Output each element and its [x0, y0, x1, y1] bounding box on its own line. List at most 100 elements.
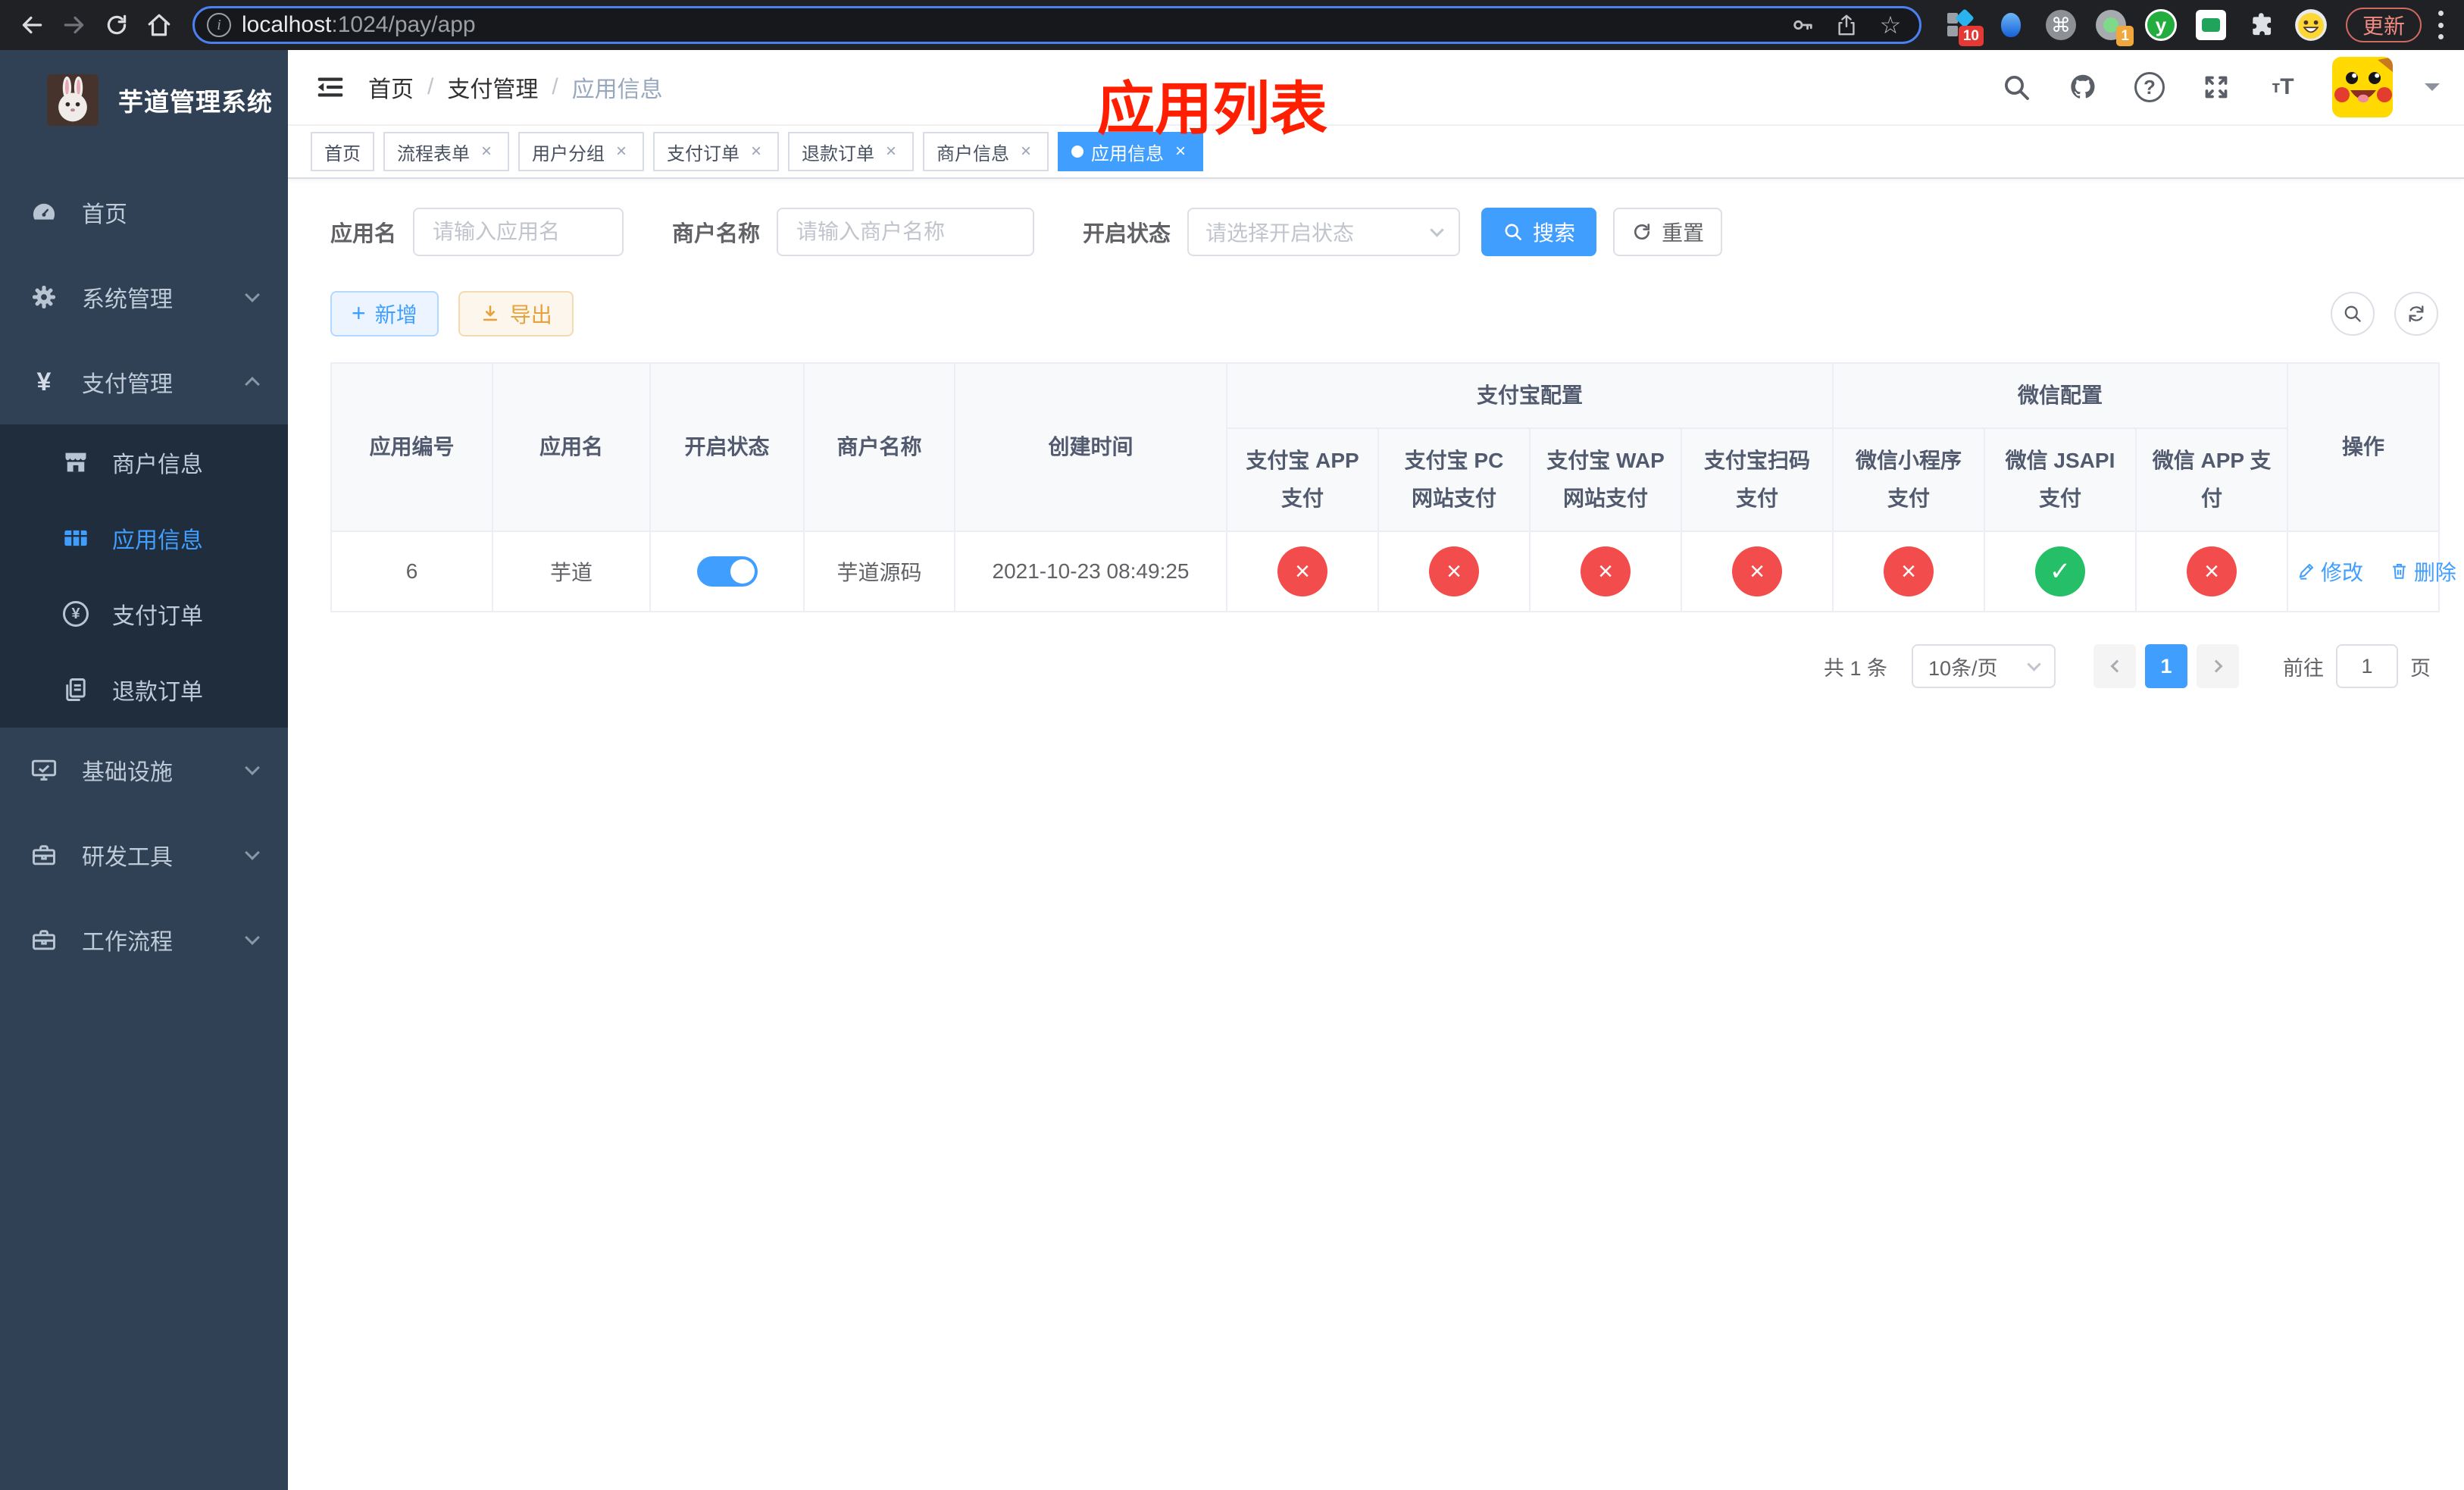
fullscreen-icon[interactable] [2199, 70, 2234, 105]
sidebar-collapse-icon[interactable] [312, 69, 349, 105]
main-area: 首页 支付管理 应用信息 ? тT [288, 50, 2464, 1490]
tab-process-form[interactable]: 流程表单 [383, 132, 509, 171]
address-bar[interactable]: i localhost:1024/pay/app [192, 6, 1921, 44]
sidebar-item-merchant-info[interactable]: 商户信息 [0, 424, 288, 500]
github-icon[interactable] [2065, 70, 2100, 105]
browser-menu-icon[interactable] [2438, 11, 2444, 39]
extension-balloon-icon[interactable] [1994, 8, 2028, 42]
user-avatar[interactable] [2332, 57, 2393, 117]
extension-diamond-icon[interactable]: 10 [1944, 8, 1984, 46]
breadcrumb: 首页 支付管理 应用信息 [368, 70, 663, 104]
extensions-menu-icon[interactable] [2244, 8, 2278, 42]
sidebar-logo[interactable]: 芋道管理系统 [0, 50, 288, 150]
sidebar-item-label: 应用信息 [112, 528, 203, 553]
edit-link[interactable]: 修改 [2296, 556, 2363, 587]
extensions-row: 10 1 [1937, 8, 2335, 46]
font-size-icon[interactable]: тT [2265, 70, 2300, 105]
status-select[interactable]: 请选择开启状态 [1187, 208, 1461, 256]
group-header-wechat: 微信配置 [1832, 362, 2289, 429]
tab-close-icon[interactable] [612, 141, 630, 162]
col-header-created: 创建时间 [954, 362, 1227, 532]
current-page[interactable]: 1 [2145, 644, 2187, 688]
status-label: 开启状态 [1083, 222, 1171, 246]
extension-chat-icon[interactable] [2194, 8, 2228, 42]
sidebar-item-workflow[interactable]: 工作流程 [0, 897, 288, 982]
app-frame: 芋道管理系统 首页 系统管理 支付管理 [0, 50, 2464, 1490]
sidebar-item-label: 商户信息 [112, 452, 203, 477]
chevron-left-icon [2110, 659, 2123, 673]
extension-y-icon[interactable] [2144, 8, 2178, 42]
pagination: 共 1 条 10条/页 1 前往 页 [330, 644, 2438, 688]
tab-close-icon[interactable] [1017, 141, 1035, 162]
browser-home-icon[interactable] [141, 7, 177, 43]
chevron-down-icon [245, 845, 260, 860]
browser-forward-icon[interactable] [56, 7, 92, 43]
help-icon[interactable]: ? [2132, 70, 2167, 105]
merchant-name-label: 商户名称 [672, 222, 761, 246]
app-name-input[interactable] [413, 208, 624, 256]
avatar-caret-icon[interactable] [2425, 83, 2440, 99]
next-page-button[interactable] [2197, 644, 2239, 688]
goto-page-input[interactable] [2336, 644, 2398, 688]
password-key-icon[interactable] [1786, 8, 1819, 42]
cell-alipay-wap: × [1529, 531, 1682, 612]
status-toggle[interactable] [696, 556, 758, 587]
sidebar-item-label: 基础设施 [82, 760, 173, 785]
share-icon[interactable] [1830, 8, 1863, 42]
sidebar-item-app-info[interactable]: 应用信息 [0, 500, 288, 576]
chrome-update-button[interactable]: 更新 [2345, 8, 2422, 42]
bookmark-star-icon[interactable] [1874, 8, 1907, 42]
add-button[interactable]: 新增 [330, 291, 439, 337]
payment-submenu: 商户信息 应用信息 支付订单 退款订单 [0, 424, 288, 728]
table-toolbar: 新增 导出 [330, 291, 2438, 337]
reset-button[interactable]: 重置 [1613, 208, 1723, 256]
breadcrumb-home[interactable]: 首页 [368, 70, 414, 104]
cell-alipay-qr: × [1680, 531, 1834, 612]
search-form: 应用名 商户名称 开启状态 请选择开启状态 搜索 [330, 208, 2438, 256]
grid-icon [59, 524, 92, 552]
delete-link[interactable]: 删除 [2389, 556, 2456, 587]
sidebar-item-dev-tools[interactable]: 研发工具 [0, 812, 288, 897]
sidebar-item-label: 首页 [82, 202, 127, 227]
sidebar-item-pay-orders[interactable]: 支付订单 [0, 576, 288, 652]
extension-proxy-icon[interactable]: 1 [2094, 8, 2134, 46]
tab-close-icon[interactable] [747, 141, 765, 162]
sidebar-item-system[interactable]: 系统管理 [0, 255, 288, 340]
tab-home[interactable]: 首页 [311, 132, 374, 171]
cell-app-name: 芋道 [492, 531, 651, 612]
gear-icon [27, 283, 61, 311]
page-content: 应用名 商户名称 开启状态 请选择开启状态 搜索 [288, 179, 2464, 1490]
breadcrumb-section[interactable]: 支付管理 [447, 70, 538, 104]
search-button[interactable]: 搜索 [1481, 208, 1597, 256]
prev-page-button[interactable] [2093, 644, 2136, 688]
tab-merchant-info[interactable]: 商户信息 [923, 132, 1049, 171]
export-button[interactable]: 导出 [458, 291, 574, 337]
merchant-name-input[interactable] [777, 208, 1035, 256]
site-info-icon[interactable]: i [207, 13, 231, 37]
sidebar-item-infrastructure[interactable]: 基础设施 [0, 728, 288, 812]
toggle-search-icon[interactable] [2331, 292, 2375, 336]
tab-user-group[interactable]: 用户分组 [518, 132, 644, 171]
sidebar-item-refund-orders[interactable]: 退款订单 [0, 652, 288, 728]
tab-close-icon[interactable] [882, 141, 900, 162]
sidebar-item-home[interactable]: 首页 [0, 170, 288, 255]
sidebar-item-payment[interactable]: 支付管理 [0, 340, 288, 424]
chevron-down-icon [245, 760, 260, 775]
tab-refund-orders[interactable]: 退款订单 [788, 132, 914, 171]
browser-back-icon[interactable] [14, 7, 50, 43]
extension-badge: 1 [2116, 26, 2134, 46]
url-text: localhost:1024/pay/app [242, 12, 476, 37]
sidebar: 芋道管理系统 首页 系统管理 支付管理 [0, 50, 288, 1490]
status-disabled-icon: × [1277, 546, 1327, 596]
browser-reload-icon[interactable] [98, 7, 135, 43]
browser-profile-avatar[interactable] [2294, 8, 2328, 42]
col-header-app-id: 应用编号 [330, 362, 493, 532]
search-icon[interactable] [1999, 70, 2034, 105]
tab-pay-orders[interactable]: 支付订单 [653, 132, 779, 171]
sidebar-item-label: 支付管理 [82, 372, 173, 397]
extension-command-icon[interactable] [2044, 8, 2078, 42]
edit-pencil-icon [2299, 563, 2314, 580]
page-size-select[interactable]: 10条/页 [1912, 644, 2056, 688]
tab-close-icon[interactable] [477, 141, 496, 162]
refresh-table-icon[interactable] [2394, 292, 2438, 336]
